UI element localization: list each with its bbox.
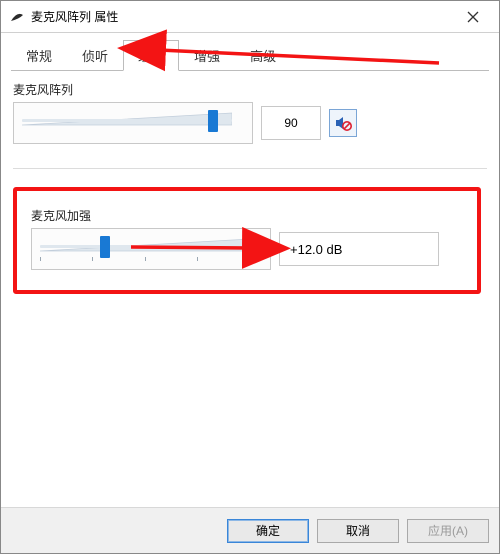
mic-array-slider-box (13, 102, 253, 144)
mic-array-level-group: 麦克风阵列 90 (13, 81, 487, 144)
divider (13, 168, 487, 169)
close-button[interactable] (451, 2, 495, 32)
tab-levels[interactable]: 级别 (123, 40, 179, 71)
dialog-footer: 确定 取消 应用(A) (1, 507, 499, 553)
window-title: 麦克风阵列 属性 (31, 8, 118, 25)
tab-general[interactable]: 常规 (11, 40, 67, 71)
tab-advanced[interactable]: 高级 (235, 40, 291, 71)
tab-enhance[interactable]: 增强 (179, 40, 235, 71)
mic-boost-group-highlight: 麦克风加强 +12.0 dB (13, 187, 481, 294)
slider-thumb[interactable] (208, 110, 218, 132)
apply-button[interactable]: 应用(A) (407, 519, 489, 543)
content-area: 麦克风阵列 90 (13, 71, 487, 495)
mic-boost-value: +12.0 dB (279, 232, 439, 266)
tab-bar: 常规 侦听 级别 增强 高级 (11, 39, 489, 71)
mic-array-value: 90 (261, 106, 321, 140)
titlebar: 麦克风阵列 属性 (1, 1, 499, 33)
ok-button[interactable]: 确定 (227, 519, 309, 543)
cancel-button[interactable]: 取消 (317, 519, 399, 543)
mute-button[interactable] (329, 109, 357, 137)
mic-boost-slider-box (31, 228, 271, 270)
mic-boost-slider[interactable] (40, 235, 250, 259)
mic-array-label: 麦克风阵列 (13, 81, 487, 98)
speaker-mute-icon (334, 114, 352, 132)
properties-dialog: 麦克风阵列 属性 常规 侦听 级别 增强 高级 麦克风阵列 (0, 0, 500, 554)
microphone-icon (9, 9, 25, 25)
tab-listen[interactable]: 侦听 (67, 40, 123, 71)
close-icon (467, 11, 479, 23)
mic-boost-label: 麦克风加强 (31, 207, 463, 224)
mic-array-slider[interactable] (22, 109, 232, 133)
slider-thumb[interactable] (100, 236, 110, 258)
